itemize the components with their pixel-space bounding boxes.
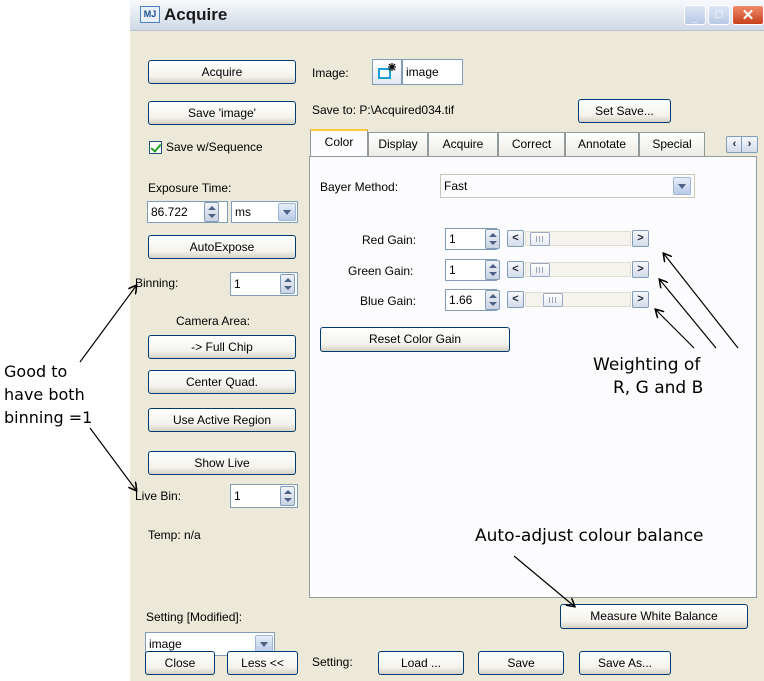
live-bin-arrow	[89, 427, 136, 490]
binning-arrow	[79, 286, 136, 363]
green-weight-arrow	[660, 280, 717, 349]
red-weight-arrow	[664, 254, 739, 349]
blue-weight-arrow	[656, 310, 695, 349]
annotation-arrows	[79, 0, 739, 681]
white-balance-arrow	[513, 555, 574, 606]
